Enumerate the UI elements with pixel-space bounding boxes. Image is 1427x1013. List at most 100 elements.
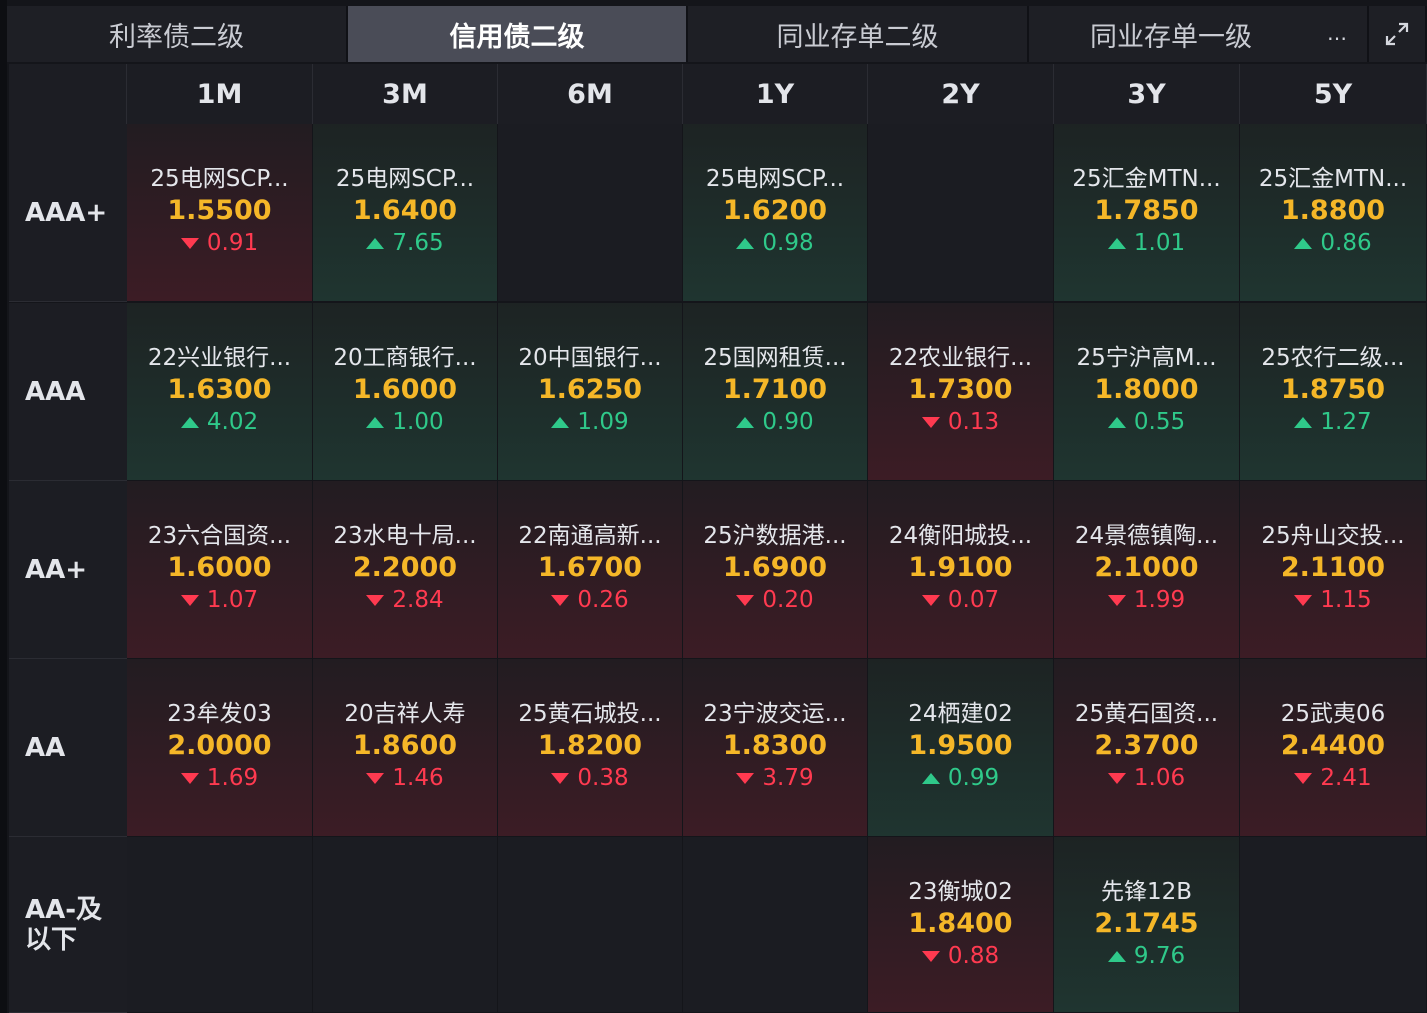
bond-name: 23衡城02 <box>908 879 1013 905</box>
bond-yield: 1.6000 <box>352 374 458 405</box>
bond-change-value: 1.00 <box>392 409 444 435</box>
bond-cell[interactable]: 23宁波交运... 1.8300 3.79 <box>683 659 868 837</box>
bond-name: 23六合国资... <box>147 523 292 549</box>
bond-change: 1.00 <box>366 406 444 439</box>
tab-ncd-primary[interactable]: 同业存单一级 … <box>1029 6 1369 62</box>
bond-change: 0.90 <box>736 406 814 439</box>
bond-cell[interactable]: 先锋12B 2.1745 9.76 <box>1054 837 1240 1013</box>
tenor-header-1m: 1M <box>127 64 313 124</box>
triangle-down-icon <box>1107 595 1126 606</box>
bond-change: 0.38 <box>551 762 629 795</box>
bond-change-value: 1.46 <box>392 765 444 791</box>
corner-cell <box>9 64 127 124</box>
bond-cell[interactable]: 25汇金MTN... 1.7850 1.01 <box>1054 124 1240 302</box>
triangle-down-icon <box>1294 773 1313 784</box>
triangle-down-icon <box>551 773 570 784</box>
bond-yield: 1.7300 <box>908 374 1013 405</box>
bond-cell[interactable]: 25电网SCP... 1.6400 7.65 <box>313 124 498 302</box>
bond-cell[interactable]: 22兴业银行... 1.6300 4.02 <box>127 303 313 481</box>
bond-cell[interactable]: 25舟山交投... 2.1100 1.15 <box>1240 481 1427 659</box>
bond-change-value: 0.20 <box>762 587 814 613</box>
bond-change: 0.07 <box>921 584 999 617</box>
tenor-header-3y: 3Y <box>1054 64 1240 124</box>
bond-cell[interactable]: 25武夷06 2.4400 2.41 <box>1240 659 1427 837</box>
bond-cell[interactable]: 25汇金MTN... 1.8800 0.86 <box>1240 124 1427 302</box>
bond-cell[interactable]: 25沪数据港... 1.6900 0.20 <box>683 481 868 659</box>
empty-cell <box>1240 837 1427 1013</box>
tab-credit-bond-secondary[interactable]: 信用债二级 <box>348 6 688 62</box>
tenor-header-5y: 5Y <box>1240 64 1427 124</box>
bond-cell[interactable]: 23牟发03 2.0000 1.69 <box>127 659 313 837</box>
bond-change-value: 1.09 <box>577 409 629 435</box>
bond-yield: 1.6900 <box>722 552 828 583</box>
bond-cell[interactable]: 20工商银行... 1.6000 1.00 <box>313 303 498 481</box>
bond-cell[interactable]: 25黄石国资... 2.3700 1.06 <box>1054 659 1240 837</box>
bond-cell[interactable]: 25国网租赁... 1.7100 0.90 <box>683 303 868 481</box>
bond-name: 25国网租赁... <box>703 345 847 371</box>
bond-cell[interactable]: 25黄石城投... 1.8200 0.38 <box>498 659 683 837</box>
empty-cell <box>313 837 498 1013</box>
bond-yield: 1.6300 <box>167 374 272 405</box>
bond-name: 25沪数据港... <box>703 523 847 549</box>
bond-yield: 2.0000 <box>167 730 272 761</box>
bond-yield-matrix-panel: 利率债二级 信用债二级 同业存单二级 同业存单一级 … 1M 3M 6M 1Y 2Y 3Y… <box>0 0 1427 1013</box>
bond-cell[interactable]: 20中国银行... 1.6250 1.09 <box>498 303 683 481</box>
bond-cell[interactable]: 20吉祥人寿 1.8600 1.46 <box>313 659 498 837</box>
rating-label: AA-及 以下 <box>9 837 127 1013</box>
expand-button[interactable] <box>1369 6 1427 62</box>
bond-name: 22兴业银行... <box>147 345 292 371</box>
bond-name: 23水电十局... <box>333 523 477 549</box>
triangle-down-icon <box>1294 595 1313 606</box>
triangle-down-icon <box>180 773 199 784</box>
bond-change: 1.09 <box>551 406 629 439</box>
bond-change: 3.79 <box>736 762 814 795</box>
tenor-header-2y: 2Y <box>868 64 1054 124</box>
bond-cell[interactable]: 22南通高新... 1.6700 0.26 <box>498 481 683 659</box>
bond-change-value: 0.86 <box>1320 230 1372 256</box>
bond-yield: 2.1000 <box>1094 552 1199 583</box>
bond-cell[interactable]: 25农行二级... 1.8750 1.27 <box>1240 303 1427 481</box>
triangle-down-icon <box>366 595 385 606</box>
yield-grid: 1M 3M 6M 1Y 2Y 3Y 5Y AAA+ 25电网SCP... 1.5500 0.91 2… <box>9 64 1427 1013</box>
bond-yield: 1.5500 <box>167 195 272 226</box>
triangle-down-icon <box>366 773 385 784</box>
bond-yield: 2.3700 <box>1094 730 1199 761</box>
bond-cell[interactable]: 25电网SCP... 1.6200 0.98 <box>683 124 868 302</box>
bond-cell[interactable]: 23水电十局... 2.2000 2.84 <box>313 481 498 659</box>
more-icon[interactable]: … <box>1327 23 1348 43</box>
bond-cell[interactable]: 23衡城02 1.8400 0.88 <box>868 837 1054 1013</box>
bond-yield: 1.8000 <box>1094 374 1199 405</box>
bond-cell[interactable]: 22农业银行... 1.7300 0.13 <box>868 303 1054 481</box>
bond-yield: 1.8800 <box>1280 195 1386 226</box>
bond-cell[interactable]: 24衡阳城投... 1.9100 0.07 <box>868 481 1054 659</box>
expand-icon <box>1385 22 1409 46</box>
bond-cell[interactable]: 23六合国资... 1.6000 1.07 <box>127 481 313 659</box>
bond-name: 24景德镇陶... <box>1074 523 1219 549</box>
tab-ncd-secondary[interactable]: 同业存单二级 <box>688 6 1029 62</box>
bond-cell[interactable]: 24景德镇陶... 2.1000 1.99 <box>1054 481 1240 659</box>
bond-cell[interactable]: 25宁沪高M... 1.8000 0.55 <box>1054 303 1240 481</box>
bond-change-value: 0.26 <box>577 587 629 613</box>
bond-yield: 1.7100 <box>722 374 828 405</box>
triangle-up-icon <box>1294 417 1313 428</box>
bond-yield: 1.9500 <box>908 730 1013 761</box>
bond-change: 0.98 <box>736 227 814 260</box>
bond-name: 20工商银行... <box>333 345 477 371</box>
bond-change-value: 0.38 <box>577 765 629 791</box>
bond-name: 25农行二级... <box>1261 345 1405 371</box>
empty-cell <box>868 124 1054 302</box>
triangle-up-icon <box>366 238 385 249</box>
bond-change: 0.55 <box>1107 406 1185 439</box>
tab-rate-bond-secondary[interactable]: 利率债二级 <box>7 6 348 62</box>
bond-name: 25宁沪高M... <box>1076 345 1217 371</box>
bond-name: 22农业银行... <box>888 345 1033 371</box>
bond-change: 7.65 <box>366 227 444 260</box>
triangle-down-icon <box>921 417 940 428</box>
triangle-up-icon <box>1294 238 1313 249</box>
bond-yield: 2.1100 <box>1280 552 1386 583</box>
bond-yield: 1.6250 <box>537 374 643 405</box>
bond-cell[interactable]: 24栖建02 1.9500 0.99 <box>868 659 1054 837</box>
empty-cell <box>498 124 683 302</box>
bond-cell[interactable]: 25电网SCP... 1.5500 0.91 <box>127 124 313 302</box>
triangle-down-icon <box>1107 773 1126 784</box>
